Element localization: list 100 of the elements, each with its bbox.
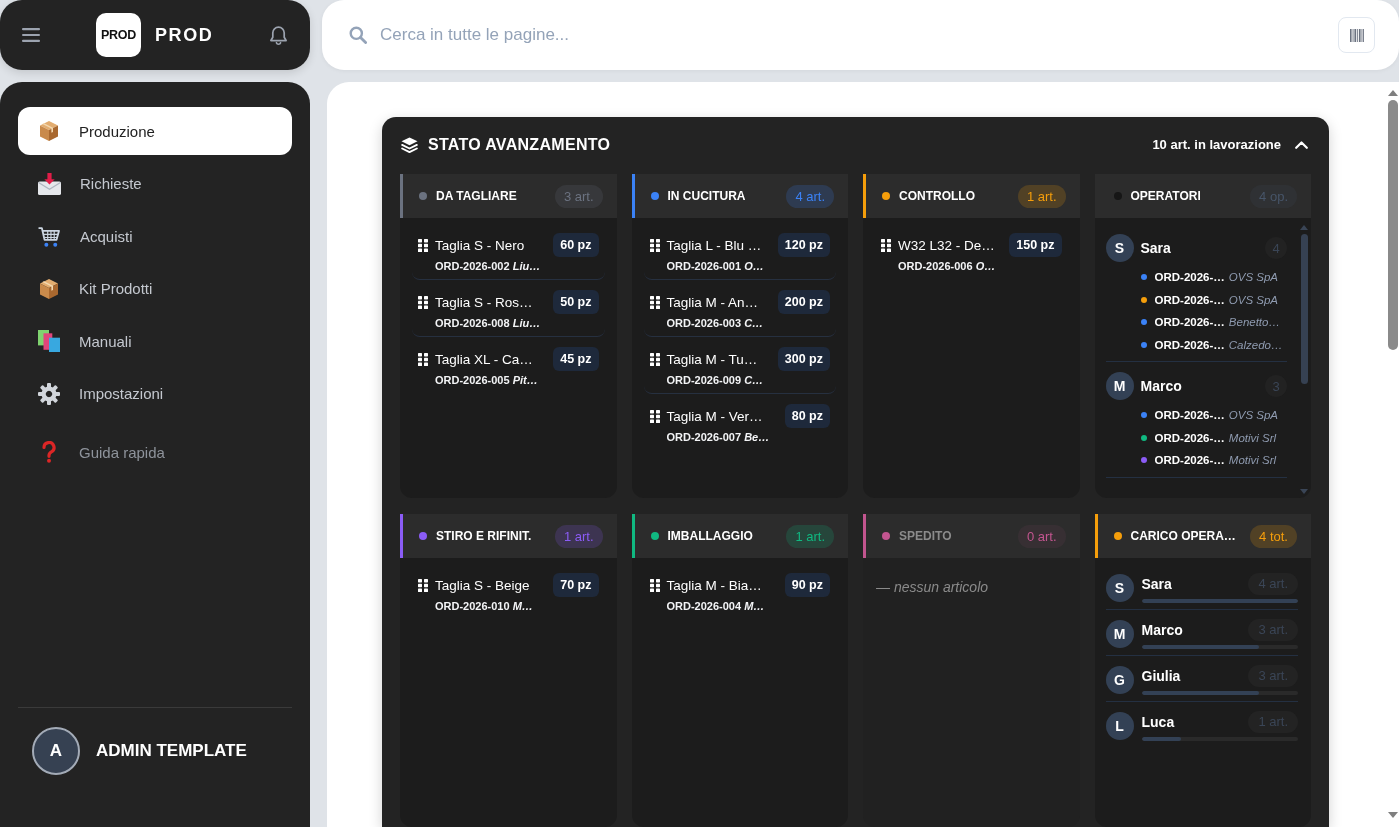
order-card[interactable]: Taglia S - Nero 60 pz ORD-2026-002 Liu… xyxy=(412,223,605,280)
order-code[interactable]: ORD-2026-… xyxy=(1154,431,1225,444)
order-code[interactable]: ORD-2026-… xyxy=(1154,454,1225,467)
order-code[interactable]: ORD-2026-… xyxy=(1154,316,1225,329)
help-icon xyxy=(42,441,56,464)
operator-avatar: M xyxy=(1105,620,1134,648)
order-code[interactable]: ORD-2026-… xyxy=(1154,409,1225,422)
drag-handle-icon[interactable] xyxy=(649,410,660,423)
scrollbar[interactable] xyxy=(1300,225,1308,494)
operator-name: Luca xyxy=(1141,714,1176,730)
order-card[interactable]: Taglia M - An… 200 pz ORD-2026-003 C… xyxy=(643,280,836,337)
books-icon xyxy=(38,330,60,353)
quantity-badge: 60 pz xyxy=(553,233,599,257)
quantity-badge: 300 pz xyxy=(777,347,830,371)
order-reference: ORD-2026-003 C… xyxy=(666,316,765,330)
order-card[interactable]: Taglia S - Ros… 50 pz ORD-2026-008 Liu… xyxy=(412,280,605,337)
order-code[interactable]: ORD-2026-… xyxy=(1154,271,1225,284)
settings-icon xyxy=(38,382,60,405)
quantity-badge: 200 pz xyxy=(777,290,830,314)
customer-name: OVS SpA xyxy=(1228,293,1279,306)
drag-handle-icon[interactable] xyxy=(649,296,660,309)
brand-name: PROD xyxy=(155,24,214,46)
customer-name: Motivi Srl xyxy=(1228,431,1277,444)
operator-name: Marco xyxy=(1141,622,1184,638)
item-title: W32 L32 - De… xyxy=(898,237,995,253)
column-title: OPERATORI xyxy=(1130,189,1202,203)
order-reference: ORD-2026-008 Liu… xyxy=(435,316,542,330)
operator-avatar: S xyxy=(1105,234,1134,262)
drag-handle-icon[interactable] xyxy=(418,579,428,592)
sidebar-item[interactable]: Acquisti xyxy=(18,212,292,261)
logo[interactable]: PROD xyxy=(96,13,141,57)
order-reference: ORD-2026-006 O… xyxy=(898,259,997,273)
drag-handle-icon[interactable] xyxy=(418,296,428,309)
column-title: IN CUCITURA xyxy=(667,189,747,203)
order-code[interactable]: ORD-2026-… xyxy=(1154,338,1225,351)
customer-name: OVS SpA xyxy=(1228,409,1279,422)
count-badge: 1 art. xyxy=(1017,184,1066,208)
drag-handle-icon[interactable] xyxy=(881,239,891,252)
operator-name: Sara xyxy=(1140,240,1172,256)
sidebar-item[interactable]: Manuali xyxy=(18,317,292,366)
barcode-button[interactable] xyxy=(1338,17,1375,53)
cart-icon xyxy=(38,225,61,247)
sidebar-item[interactable]: Guida rapida xyxy=(18,428,292,477)
count-badge: 1 art. xyxy=(786,524,834,548)
drag-handle-icon[interactable] xyxy=(418,239,428,252)
bell-icon[interactable] xyxy=(269,24,288,46)
order-reference: ORD-2026-010 M… xyxy=(435,599,534,613)
order-card[interactable]: Taglia M - Bia… 90 pz ORD-2026-004 M… xyxy=(643,563,836,620)
count-badge: 0 art. xyxy=(1017,524,1066,548)
customer-name: Calzedo… xyxy=(1228,338,1283,351)
search-field[interactable]: Cerca in tutte le pagine... xyxy=(322,0,1399,70)
item-title: Taglia M - Ver… xyxy=(666,408,763,424)
order-code[interactable]: ORD-2026-… xyxy=(1154,293,1225,306)
column-title: IMBALLAGGIO xyxy=(667,529,754,543)
order-card[interactable]: Taglia M - Tu… 300 pz ORD-2026-009 C… xyxy=(643,337,836,394)
count-badge: 3 art. xyxy=(554,184,603,208)
drag-handle-icon[interactable] xyxy=(649,239,660,252)
operator-avatar: L xyxy=(1105,712,1134,740)
operator-avatar: M xyxy=(1105,372,1134,400)
order-card[interactable]: W32 L32 - De… 150 pz ORD-2026-006 O… xyxy=(875,223,1068,280)
sidebar-item[interactable]: Kit Prodotti xyxy=(18,264,292,313)
order-card[interactable]: Taglia S - Beige 70 pz ORD-2026-010 M… xyxy=(412,563,605,620)
board-title: STATO AVANZAMENTO xyxy=(428,135,611,154)
count-badge: 1 art. xyxy=(554,524,603,548)
count-badge: 4 art. xyxy=(786,184,834,208)
empty-message: — nessun articolo xyxy=(875,578,990,597)
order-card[interactable]: Taglia XL - Ca… 45 pz ORD-2026-005 Pit… xyxy=(412,337,605,394)
item-title: Taglia XL - Ca… xyxy=(435,351,533,367)
sidebar-item[interactable]: Richieste xyxy=(18,159,292,208)
column-title: CARICO OPERA… xyxy=(1130,529,1237,543)
order-reference: ORD-2026-007 Be… xyxy=(666,430,771,444)
envelope-icon xyxy=(38,172,61,195)
column-title: SPEDITO xyxy=(899,529,953,543)
menu-icon[interactable] xyxy=(22,28,40,42)
sidebar-item[interactable]: Produzione xyxy=(18,107,292,155)
search-input[interactable]: Cerca in tutte le pagine... xyxy=(380,23,1338,47)
drag-handle-icon[interactable] xyxy=(418,353,428,366)
package-icon xyxy=(38,120,60,142)
item-title: Taglia M - An… xyxy=(666,294,759,310)
operator-avatar: S xyxy=(1105,574,1134,602)
order-card[interactable]: Taglia L - Blu … 120 pz ORD-2026-001 O… xyxy=(643,223,836,280)
customer-name: OVS SpA xyxy=(1228,271,1279,284)
order-reference: ORD-2026-009 C… xyxy=(666,373,765,387)
quantity-badge: 50 pz xyxy=(553,290,599,314)
quantity-badge: 45 pz xyxy=(553,347,599,371)
item-title: Taglia S - Beige xyxy=(435,577,530,593)
quantity-badge: 120 pz xyxy=(777,233,830,257)
count-badge: 4 tot. xyxy=(1250,524,1297,548)
package-icon xyxy=(38,277,60,300)
user-name: ADMIN TEMPLATE xyxy=(96,741,247,761)
layers-icon xyxy=(401,136,418,153)
item-title: Taglia M - Bia… xyxy=(666,577,762,593)
order-card[interactable]: Taglia M - Ver… 80 pz ORD-2026-007 Be… xyxy=(643,394,836,451)
item-title: Taglia M - Tu… xyxy=(666,351,758,367)
item-title: Taglia L - Blu … xyxy=(666,237,762,253)
sidebar-item[interactable]: Impostazioni xyxy=(18,369,292,418)
customer-name: Benetto… xyxy=(1228,316,1280,329)
drag-handle-icon[interactable] xyxy=(649,579,660,592)
order-reference: ORD-2026-004 M… xyxy=(666,599,766,613)
drag-handle-icon[interactable] xyxy=(649,353,660,366)
